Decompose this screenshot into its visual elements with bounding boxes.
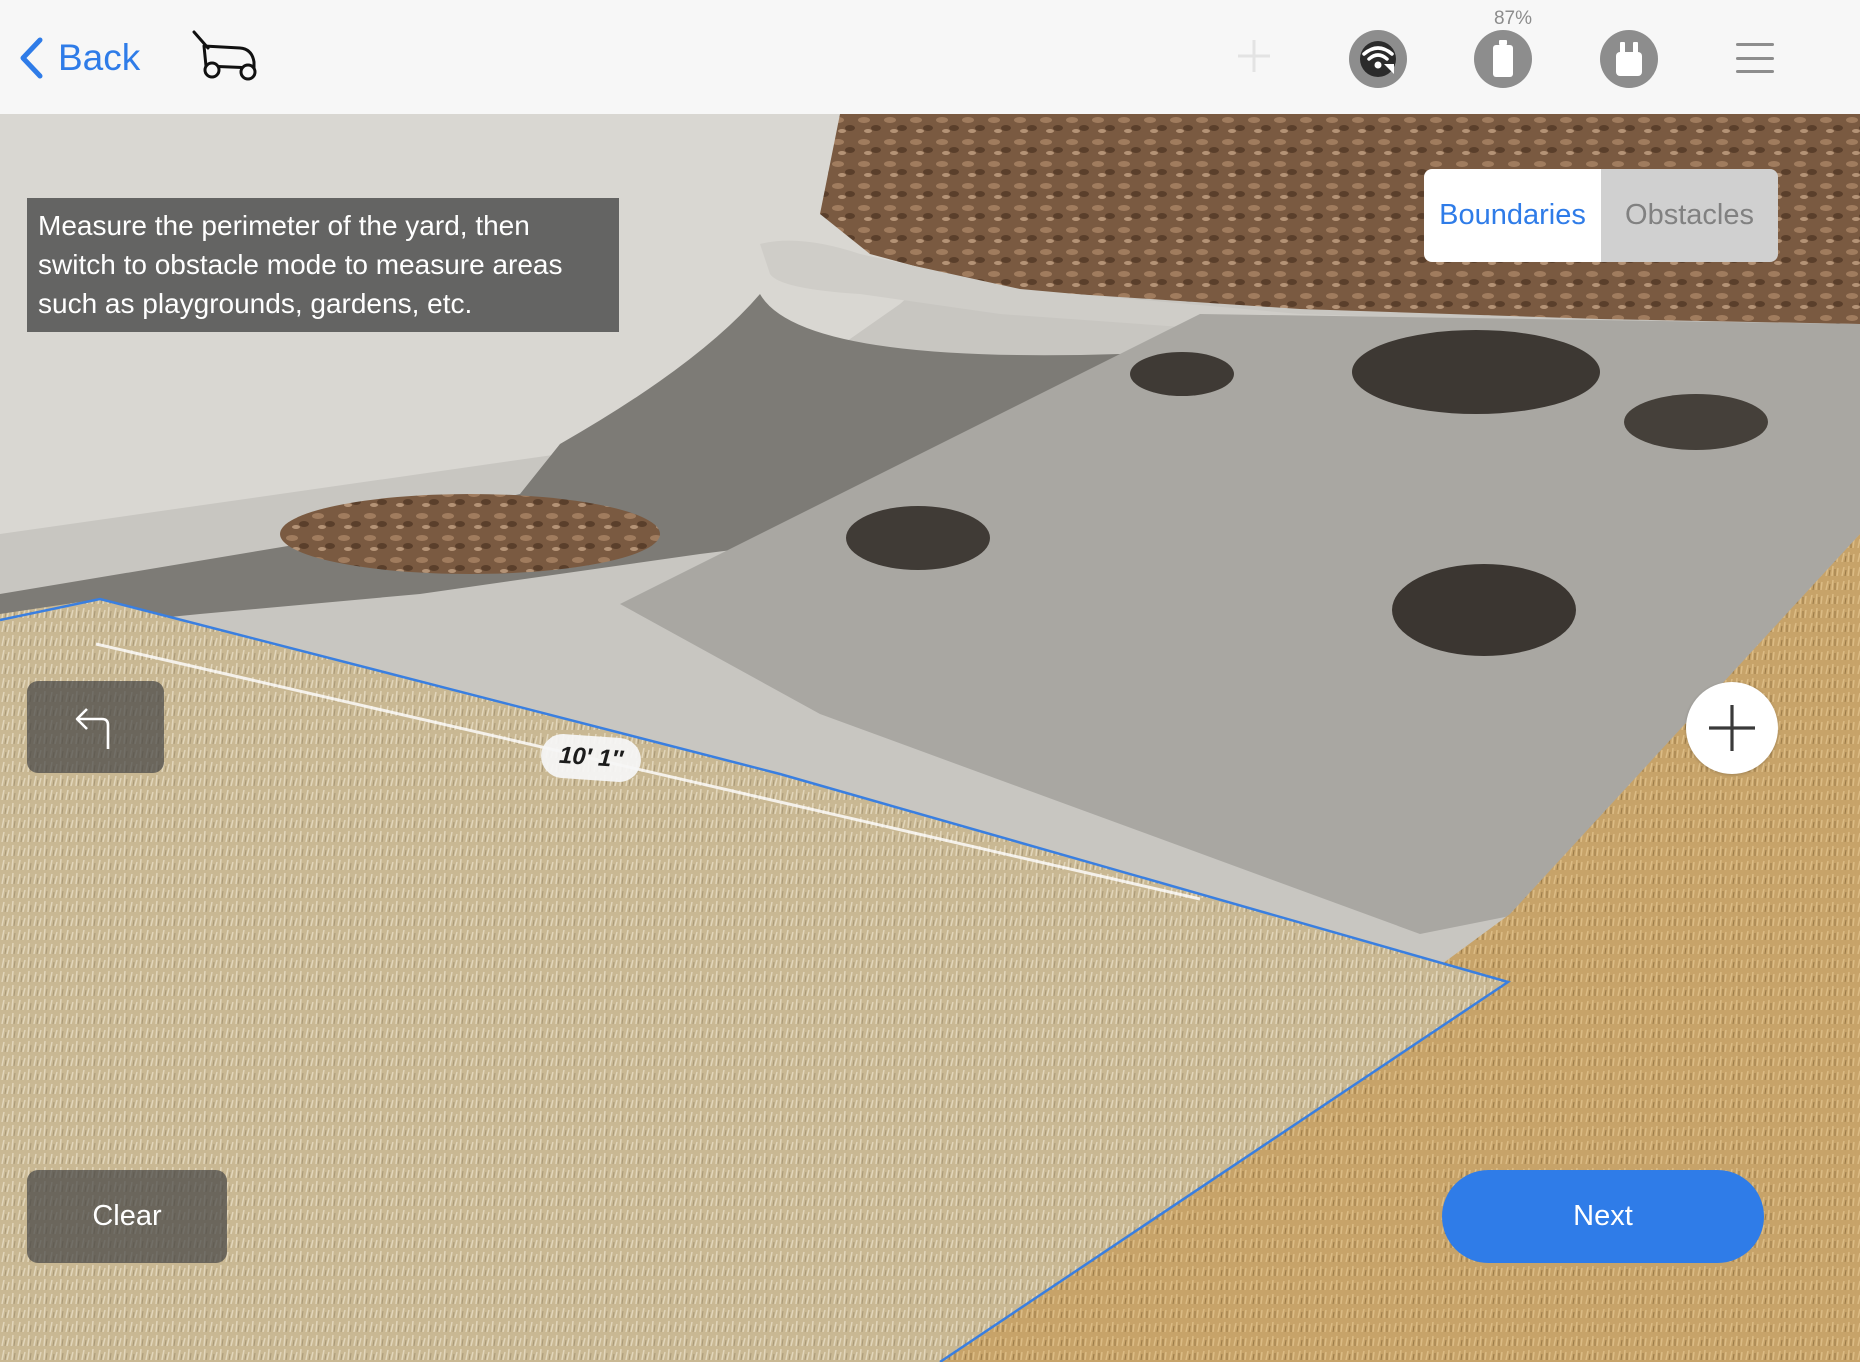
signal-icon[interactable] [1349, 30, 1407, 88]
camera-view[interactable]: Measure the perimeter of the yard, then … [0, 114, 1860, 1362]
mode-segmented-control[interactable]: Boundaries Obstacles [1424, 169, 1778, 262]
chevron-left-icon [20, 37, 43, 79]
top-navigation-bar: Back 87% [0, 0, 1860, 114]
add-point-button[interactable] [1686, 682, 1778, 774]
segment-obstacles[interactable]: Obstacles [1601, 169, 1778, 262]
back-button[interactable]: Back [18, 30, 140, 86]
undo-arrow-icon [75, 708, 109, 749]
menu-icon[interactable] [1736, 43, 1774, 73]
segment-boundaries[interactable]: Boundaries [1424, 169, 1601, 262]
instruction-banner: Measure the perimeter of the yard, then … [27, 198, 619, 332]
bag-icon[interactable] [1600, 30, 1658, 88]
battery-icon[interactable] [1474, 30, 1532, 88]
back-label: Back [58, 37, 141, 78]
lawn-mower-icon [192, 30, 257, 81]
measurement-label: 10′ 1″ [539, 732, 643, 784]
undo-button[interactable] [27, 681, 164, 773]
battery-percent: 87% [1493, 8, 1533, 29]
plus-icon [1709, 705, 1755, 751]
plus-icon [1238, 40, 1270, 72]
clear-button[interactable]: Clear [27, 1170, 227, 1263]
next-button[interactable]: Next [1442, 1170, 1764, 1263]
